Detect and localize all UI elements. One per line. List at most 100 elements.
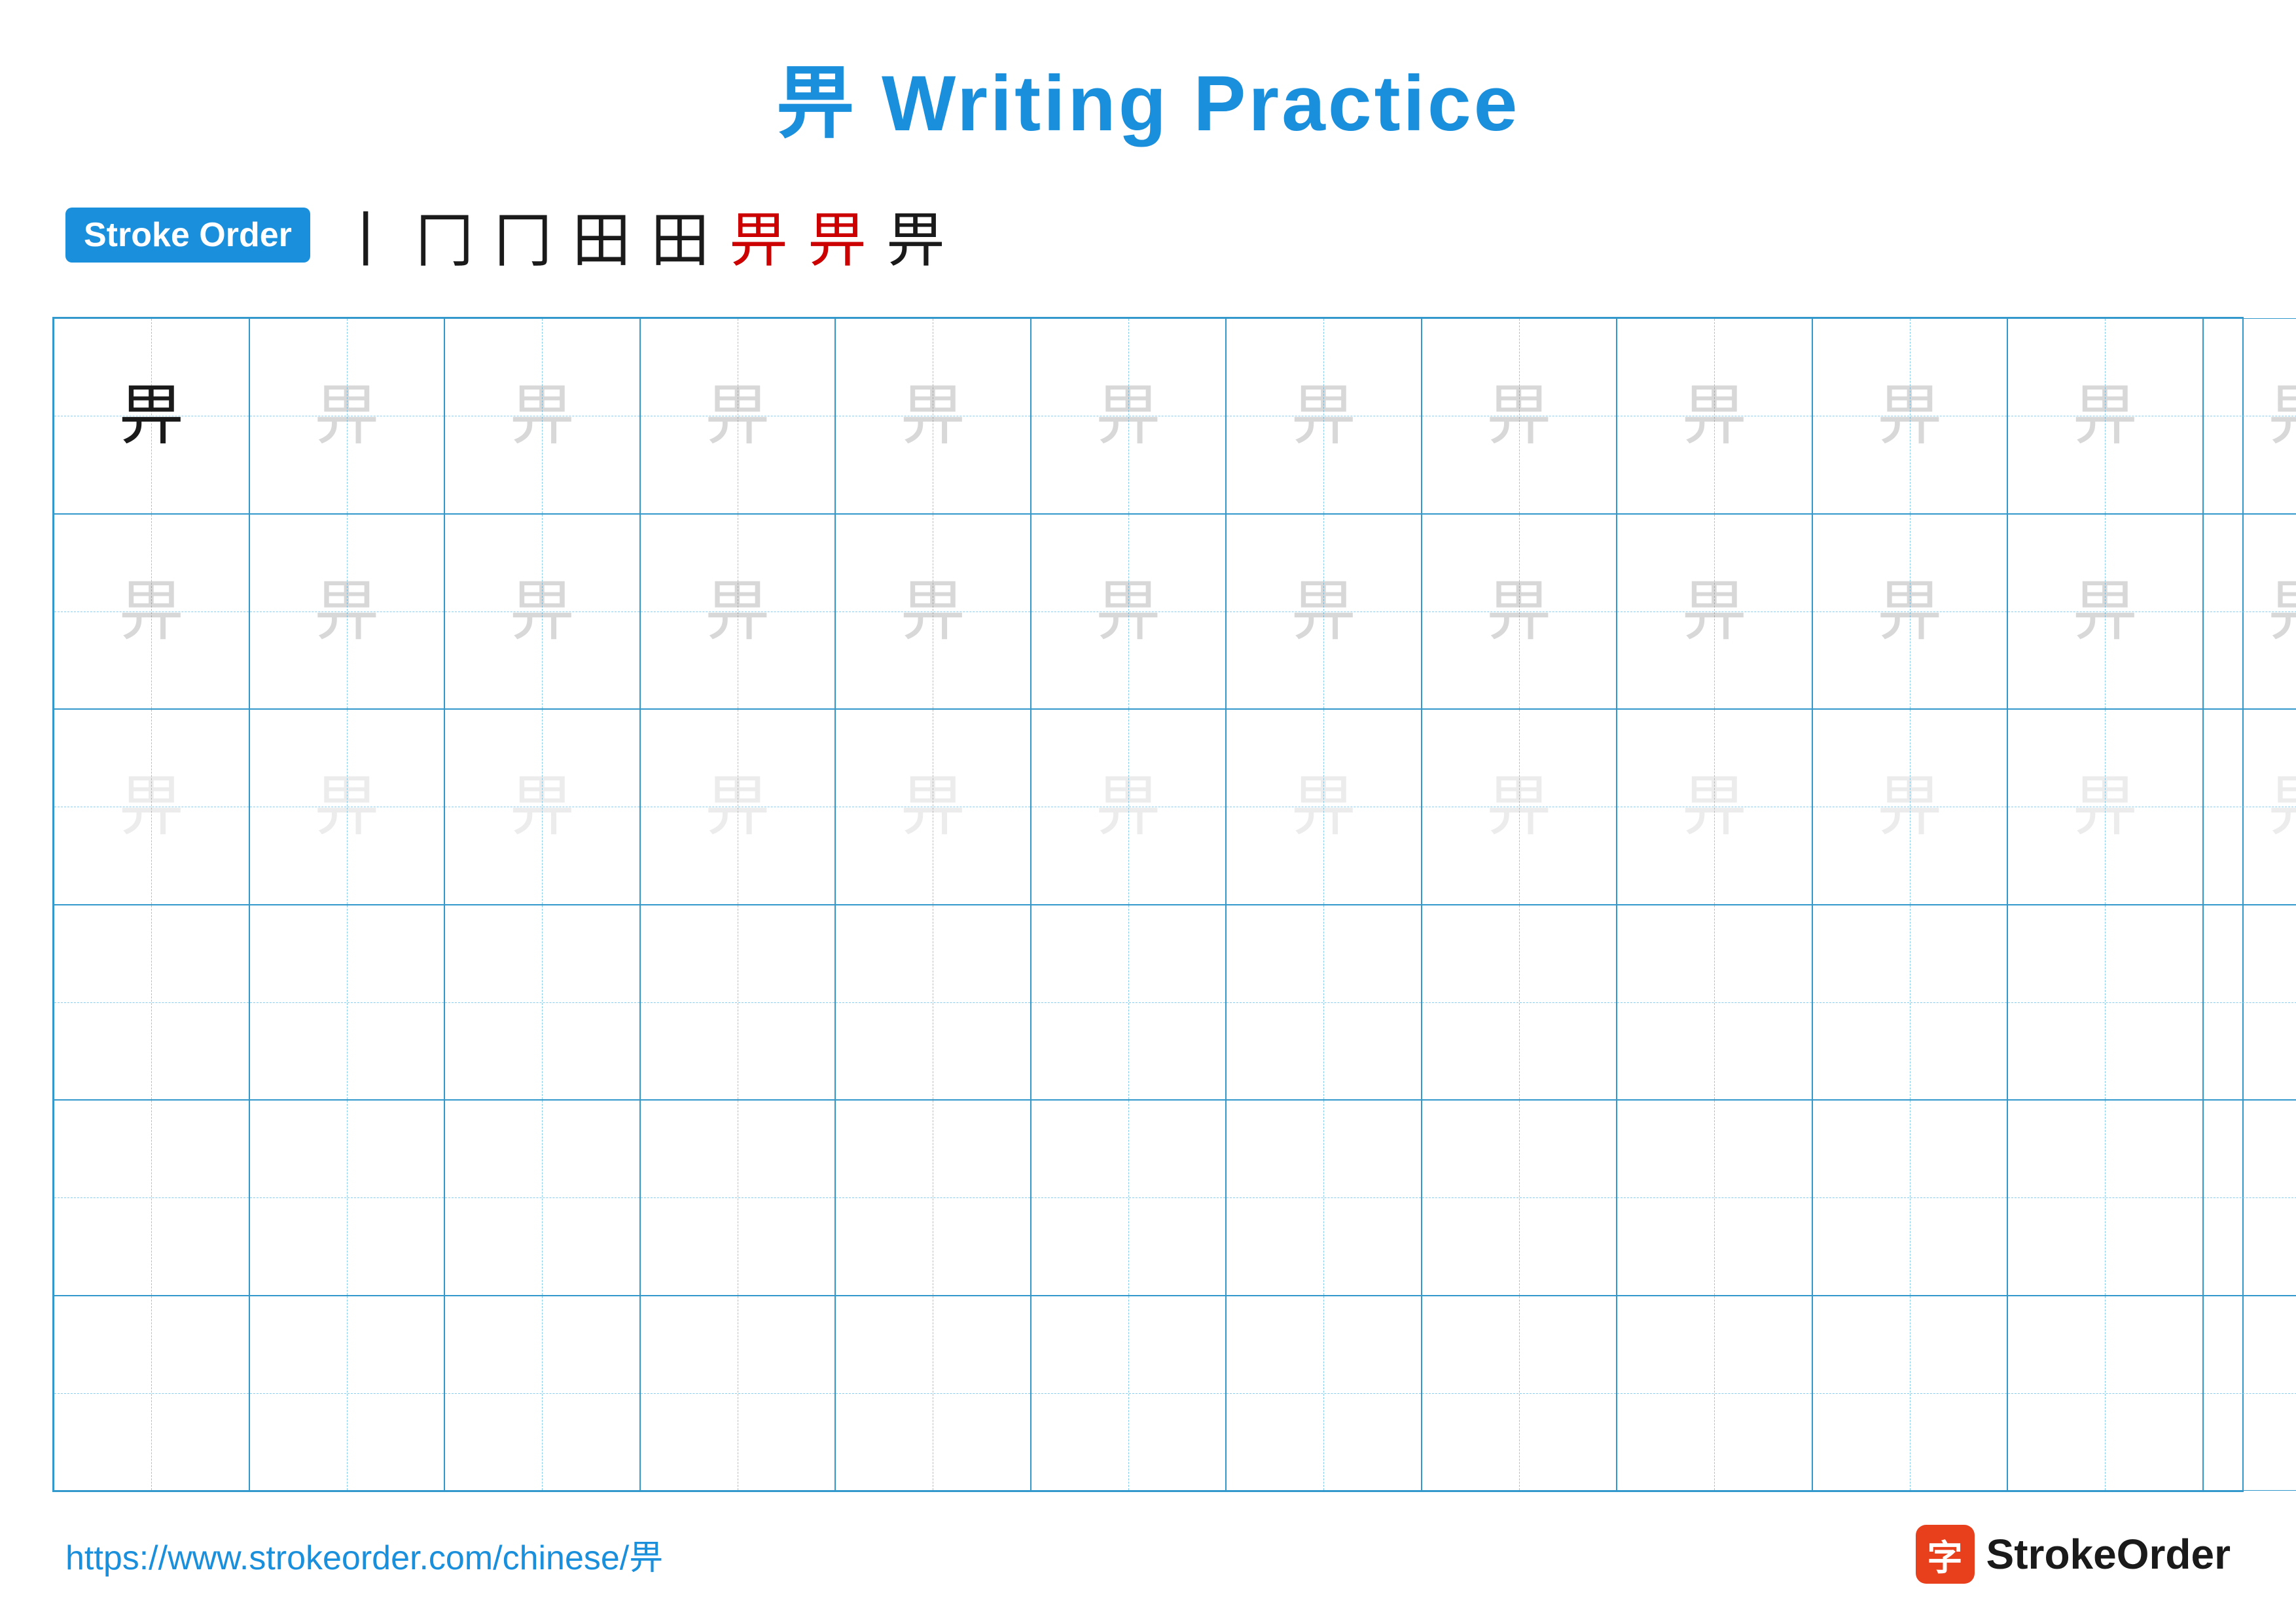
char-ghost: 畀: [1681, 579, 1747, 644]
grid-cell-r4c2[interactable]: [249, 905, 445, 1101]
grid-cell-r3c12[interactable]: 畀: [2203, 709, 2296, 905]
grid-cell-r3c11[interactable]: 畀: [2007, 709, 2203, 905]
grid-cell-r6c5[interactable]: [835, 1296, 1031, 1491]
grid-cell-r4c3[interactable]: [444, 905, 640, 1101]
grid-cell-r3c2[interactable]: 畀: [249, 709, 445, 905]
char-ghost: 畀: [2072, 774, 2138, 839]
grid-cell-r1c10[interactable]: 畀: [1812, 318, 2008, 514]
char-ghost: 畀: [2268, 383, 2296, 448]
grid-cell-r2c3[interactable]: 畀: [444, 514, 640, 710]
grid-cell-r1c3[interactable]: 畀: [444, 318, 640, 514]
grid-cell-r5c4[interactable]: [640, 1100, 836, 1296]
logo-char: 字: [1928, 1529, 1963, 1580]
char-ghost: 畀: [1096, 774, 1161, 839]
grid-cell-r3c10[interactable]: 畀: [1812, 709, 2008, 905]
grid-cell-r3c4[interactable]: 畀: [640, 709, 836, 905]
char-ghost: 畀: [509, 774, 575, 839]
grid-cell-r3c9[interactable]: 畀: [1617, 709, 1812, 905]
char-ghost: 畀: [509, 579, 575, 644]
char-ghost: 畀: [705, 383, 770, 448]
logo-icon: 字: [1916, 1525, 1975, 1584]
stroke-chars: 丨 冂 冂 田 田 畀 畀 畀: [336, 192, 945, 278]
logo-text: StrokeOrder: [1986, 1530, 2231, 1578]
stroke-order-row: Stroke Order 丨 冂 冂 田 田 畀 畀 畀: [52, 192, 2244, 278]
grid-cell-r2c2[interactable]: 畀: [249, 514, 445, 710]
char-ghost: 畀: [2268, 774, 2296, 839]
grid-cell-r2c9[interactable]: 畀: [1617, 514, 1812, 710]
char-ghost: 畀: [900, 383, 965, 448]
grid-cell-r1c8[interactable]: 畀: [1422, 318, 1617, 514]
grid-cell-r5c8[interactable]: [1422, 1100, 1617, 1296]
grid-cell-r2c11[interactable]: 畀: [2007, 514, 2203, 710]
page-container: 畀 Writing Practice Stroke Order 丨 冂 冂 田 …: [0, 0, 2296, 1623]
char-ghost: 畀: [705, 774, 770, 839]
grid-cell-r4c9[interactable]: [1617, 905, 1812, 1101]
grid-cell-r6c10[interactable]: [1812, 1296, 2008, 1491]
grid-cell-r5c5[interactable]: [835, 1100, 1031, 1296]
grid-cell-r6c1[interactable]: [54, 1296, 249, 1491]
grid-cell-r2c1[interactable]: 畀: [54, 514, 249, 710]
grid-cell-r5c3[interactable]: [444, 1100, 640, 1296]
grid-cell-r1c12[interactable]: 畀: [2203, 318, 2296, 514]
grid-cell-r5c11[interactable]: [2007, 1100, 2203, 1296]
footer-url: https://www.strokeorder.com/chinese/畀: [65, 1530, 663, 1579]
grid-cell-r4c8[interactable]: [1422, 905, 1617, 1101]
grid-cell-r5c9[interactable]: [1617, 1100, 1812, 1296]
grid-cell-r6c11[interactable]: [2007, 1296, 2203, 1491]
char-ghost: 畀: [1877, 579, 1943, 644]
grid-cell-r1c4[interactable]: 畀: [640, 318, 836, 514]
grid-cell-r4c11[interactable]: [2007, 905, 2203, 1101]
char-ghost: 畀: [509, 383, 575, 448]
char-ghost: 畀: [314, 579, 380, 644]
grid-cell-r4c10[interactable]: [1812, 905, 2008, 1101]
title-area: 畀 Writing Practice: [52, 39, 2244, 153]
grid-cell-r3c1[interactable]: 畀: [54, 709, 249, 905]
grid-cell-r1c1[interactable]: 畀: [54, 318, 249, 514]
grid-cell-r2c6[interactable]: 畀: [1031, 514, 1227, 710]
grid-cell-r6c7[interactable]: [1226, 1296, 1422, 1491]
grid-cell-r2c5[interactable]: 畀: [835, 514, 1031, 710]
grid-cell-r1c9[interactable]: 畀: [1617, 318, 1812, 514]
grid-cell-r6c3[interactable]: [444, 1296, 640, 1491]
grid-cell-r5c6[interactable]: [1031, 1100, 1227, 1296]
grid-cell-r2c7[interactable]: 畀: [1226, 514, 1422, 710]
char-ghost: 畀: [1681, 774, 1747, 839]
grid-cell-r3c6[interactable]: 畀: [1031, 709, 1227, 905]
grid-cell-r1c7[interactable]: 畀: [1226, 318, 1422, 514]
grid-cell-r1c6[interactable]: 畀: [1031, 318, 1227, 514]
grid-cell-r6c6[interactable]: [1031, 1296, 1227, 1491]
char-ghost: 畀: [1486, 774, 1552, 839]
grid-cell-r1c11[interactable]: 畀: [2007, 318, 2203, 514]
grid-cell-r3c7[interactable]: 畀: [1226, 709, 1422, 905]
grid-cell-r2c12[interactable]: 畀: [2203, 514, 2296, 710]
grid-cell-r6c8[interactable]: [1422, 1296, 1617, 1491]
grid-cell-r5c10[interactable]: [1812, 1100, 2008, 1296]
grid-cell-r5c12[interactable]: [2203, 1100, 2296, 1296]
grid-cell-r6c12[interactable]: [2203, 1296, 2296, 1491]
grid-cell-r5c7[interactable]: [1226, 1100, 1422, 1296]
grid-cell-r4c5[interactable]: [835, 905, 1031, 1101]
grid-cell-r6c9[interactable]: [1617, 1296, 1812, 1491]
stroke-7: 畀: [808, 192, 867, 278]
char-ghost: 畀: [314, 383, 380, 448]
grid-cell-r6c4[interactable]: [640, 1296, 836, 1491]
grid-cell-r4c6[interactable]: [1031, 905, 1227, 1101]
grid-cell-r3c3[interactable]: 畀: [444, 709, 640, 905]
char-ghost: 畀: [1291, 383, 1356, 448]
grid-cell-r4c7[interactable]: [1226, 905, 1422, 1101]
grid-cell-r5c2[interactable]: [249, 1100, 445, 1296]
grid-cell-r1c2[interactable]: 畀: [249, 318, 445, 514]
grid-cell-r5c1[interactable]: [54, 1100, 249, 1296]
grid-cell-r2c8[interactable]: 畀: [1422, 514, 1617, 710]
grid-cell-r1c5[interactable]: 畀: [835, 318, 1031, 514]
grid-cell-r3c5[interactable]: 畀: [835, 709, 1031, 905]
grid-cell-r2c10[interactable]: 畀: [1812, 514, 2008, 710]
grid-cell-r2c4[interactable]: 畀: [640, 514, 836, 710]
char-ghost: 畀: [1291, 579, 1356, 644]
grid-cell-r4c1[interactable]: [54, 905, 249, 1101]
grid-cell-r3c8[interactable]: 畀: [1422, 709, 1617, 905]
grid-cell-r6c2[interactable]: [249, 1296, 445, 1491]
grid-cell-r4c4[interactable]: [640, 905, 836, 1101]
grid-cell-r4c12[interactable]: [2203, 905, 2296, 1101]
stroke-order-badge: Stroke Order: [65, 208, 310, 263]
